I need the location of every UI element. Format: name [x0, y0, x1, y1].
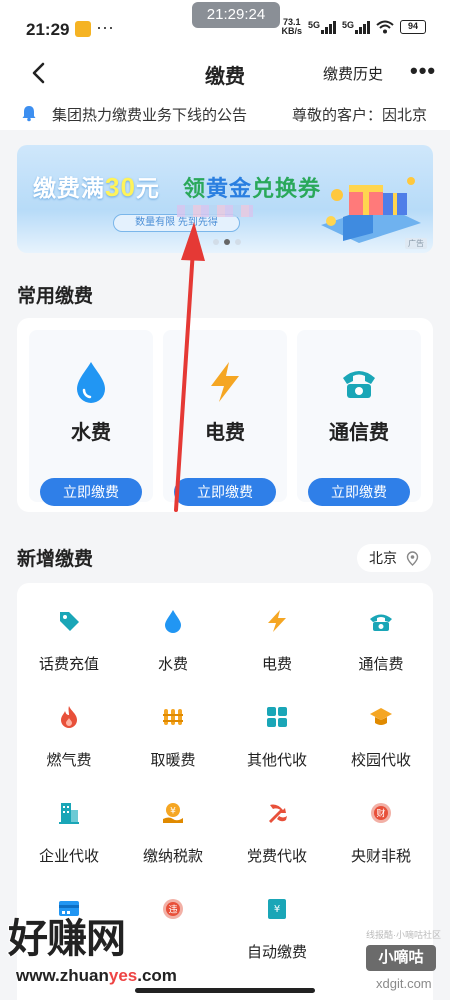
gift-box-illustration — [321, 177, 421, 243]
grid-item-label: 企业代收 — [38, 848, 99, 865]
promo-banner[interactable]: 缴费满30元 领黄金兑换券 数量有限 先到先得 广告 — [17, 145, 433, 253]
grid-item-label: 自动缴费 — [246, 944, 307, 961]
carousel-dot-active — [224, 239, 230, 245]
common-item-electricity[interactable]: 电费 立即缴费 — [163, 330, 287, 506]
signal-strength-icon: 5G — [308, 20, 336, 34]
water-drop-icon — [77, 362, 105, 403]
watermark-tiny: 线报酷·小嘀咕社区 — [366, 930, 441, 940]
common-payments-card: 水费 立即缴费 电费 立即缴费 通信费 立即缴费 — [17, 318, 433, 512]
grid-item-central-finance[interactable]: 财 央财非税 — [329, 775, 433, 865]
grid-apps-icon — [267, 707, 287, 727]
battery-icon: 94 — [400, 20, 426, 34]
location-pin-icon — [406, 551, 419, 566]
fine-icon: 违 — [163, 899, 183, 919]
more-menu-button[interactable]: ••• — [410, 58, 436, 84]
water-drop-icon — [165, 610, 181, 633]
watermark-logo: 好赚网 — [7, 916, 127, 962]
grid-item-auto-pay[interactable]: ¥ 自动缴费 — [225, 871, 329, 961]
watermark-url: www.zhuanyes.com — [16, 966, 178, 986]
new-section-title: 新增缴费 — [17, 549, 94, 570]
common-item-label: 电费 — [205, 422, 245, 444]
grid-item-label: 党费代收 — [246, 848, 307, 865]
grid-item-label: 话费充值 — [38, 656, 99, 673]
grid-item-label: 燃气费 — [46, 752, 92, 769]
svg-text:¥: ¥ — [170, 807, 176, 817]
building-icon — [59, 803, 79, 824]
banner-headline-2: 领黄金兑换券 — [183, 176, 322, 201]
watermark-right-url: xdgit.com — [376, 976, 432, 991]
grid-item-gas[interactable]: 燃气费 — [17, 679, 121, 769]
status-indicators: 73.1 KB/s 5G 5G 94 — [281, 18, 426, 36]
redacted-mosaic — [177, 205, 253, 217]
grid-item-other-collection[interactable]: 其他代收 — [225, 679, 329, 769]
grid-item-phone-topup[interactable]: 话费充值 — [17, 583, 121, 673]
common-item-label: 水费 — [71, 422, 111, 444]
tax-hand-icon: ¥ — [163, 803, 183, 823]
lightning-icon — [211, 362, 239, 402]
grid-item-label: 央财非税 — [350, 848, 411, 865]
tag-icon — [60, 612, 79, 631]
notice-marquee[interactable]: 集团热力缴费业务下线的公告 尊敬的客户：因北京 — [0, 96, 450, 130]
notice-text: 集团热力缴费业务下线的公告 — [52, 107, 248, 124]
more-notifications-icon: ··· — [96, 17, 114, 37]
grid-item-label: 校园代收 — [350, 752, 411, 769]
grid-item-tax-payment[interactable]: ¥ 缴纳税款 — [121, 775, 225, 865]
status-bar: 21:29 ··· 21:29:24 73.1 KB/s 5G 5G 94 — [0, 0, 450, 56]
status-time: 21:29 — [26, 20, 70, 39]
common-item-telecom[interactable]: 通信费 立即缴费 — [297, 330, 421, 506]
graduation-cap-icon — [370, 708, 392, 725]
grid-item-label: 电费 — [261, 656, 292, 673]
flame-icon — [61, 706, 77, 728]
grid-item-label: 水费 — [157, 656, 188, 673]
pay-now-button[interactable]: 立即缴费 — [174, 478, 276, 506]
pay-now-button[interactable]: 立即缴费 — [40, 478, 142, 506]
screen-clock-overlay: 21:29:24 — [192, 2, 280, 28]
grid-item-telecom[interactable]: 通信费 — [329, 583, 433, 673]
grid-item-label: 缴纳税款 — [142, 848, 203, 865]
grid-item-label: 其他代收 — [246, 752, 307, 769]
grid-item-electricity[interactable]: 电费 — [225, 583, 329, 673]
grid-item-label: 通信费 — [358, 656, 404, 673]
notification-app-icon — [75, 21, 91, 37]
common-section-title: 常用缴费 — [17, 286, 94, 307]
svg-text:财: 财 — [376, 808, 385, 820]
finance-seal-icon: 财 — [371, 803, 391, 823]
home-indicator — [135, 988, 315, 993]
carousel-dots — [213, 239, 241, 245]
common-item-water[interactable]: 水费 立即缴费 — [29, 330, 153, 506]
city-name: 北京 — [369, 550, 397, 566]
carousel-dot — [213, 239, 219, 245]
notice-text: 尊敬的客户：因北京 — [292, 107, 428, 124]
grid-item-party-dues[interactable]: 党费代收 — [225, 775, 329, 865]
party-emblem-icon — [269, 804, 287, 823]
ad-tag: 广告 — [405, 238, 427, 249]
svg-text:违: 违 — [168, 905, 177, 916]
common-item-label: 通信费 — [329, 422, 389, 444]
grid-item-heating[interactable]: 取暖费 — [121, 679, 225, 769]
pay-now-button[interactable]: 立即缴费 — [308, 478, 410, 506]
lightning-icon — [268, 610, 286, 632]
grid-item-campus-collection[interactable]: 校园代收 — [329, 679, 433, 769]
back-arrow-icon[interactable] — [28, 62, 50, 84]
banner-headline: 缴费满30元 — [33, 172, 160, 202]
auto-pay-icon: ¥ — [268, 899, 286, 919]
watermark-badge: 小嘀咕 — [366, 945, 436, 971]
grid-item-label: 取暖费 — [150, 752, 196, 769]
bell-icon — [22, 106, 36, 122]
svg-text:¥: ¥ — [274, 904, 280, 915]
signal-strength-icon: 5G — [342, 20, 370, 34]
nav-bar: 缴费 缴费历史 ••• — [0, 56, 450, 96]
grid-item-water[interactable]: 水费 — [121, 583, 225, 673]
telephone-icon — [343, 371, 375, 398]
network-speed: 73.1 KB/s — [281, 17, 302, 36]
payment-history-link[interactable]: 缴费历史 — [323, 63, 383, 84]
carousel-dot — [235, 239, 241, 245]
grid-item-fine[interactable]: 违 — [121, 871, 225, 961]
grid-item-enterprise-collection[interactable]: 企业代收 — [17, 775, 121, 865]
telephone-icon — [370, 614, 392, 631]
radiator-icon — [163, 709, 183, 725]
city-selector[interactable]: 北京 — [357, 544, 431, 572]
wifi-icon — [376, 20, 394, 34]
